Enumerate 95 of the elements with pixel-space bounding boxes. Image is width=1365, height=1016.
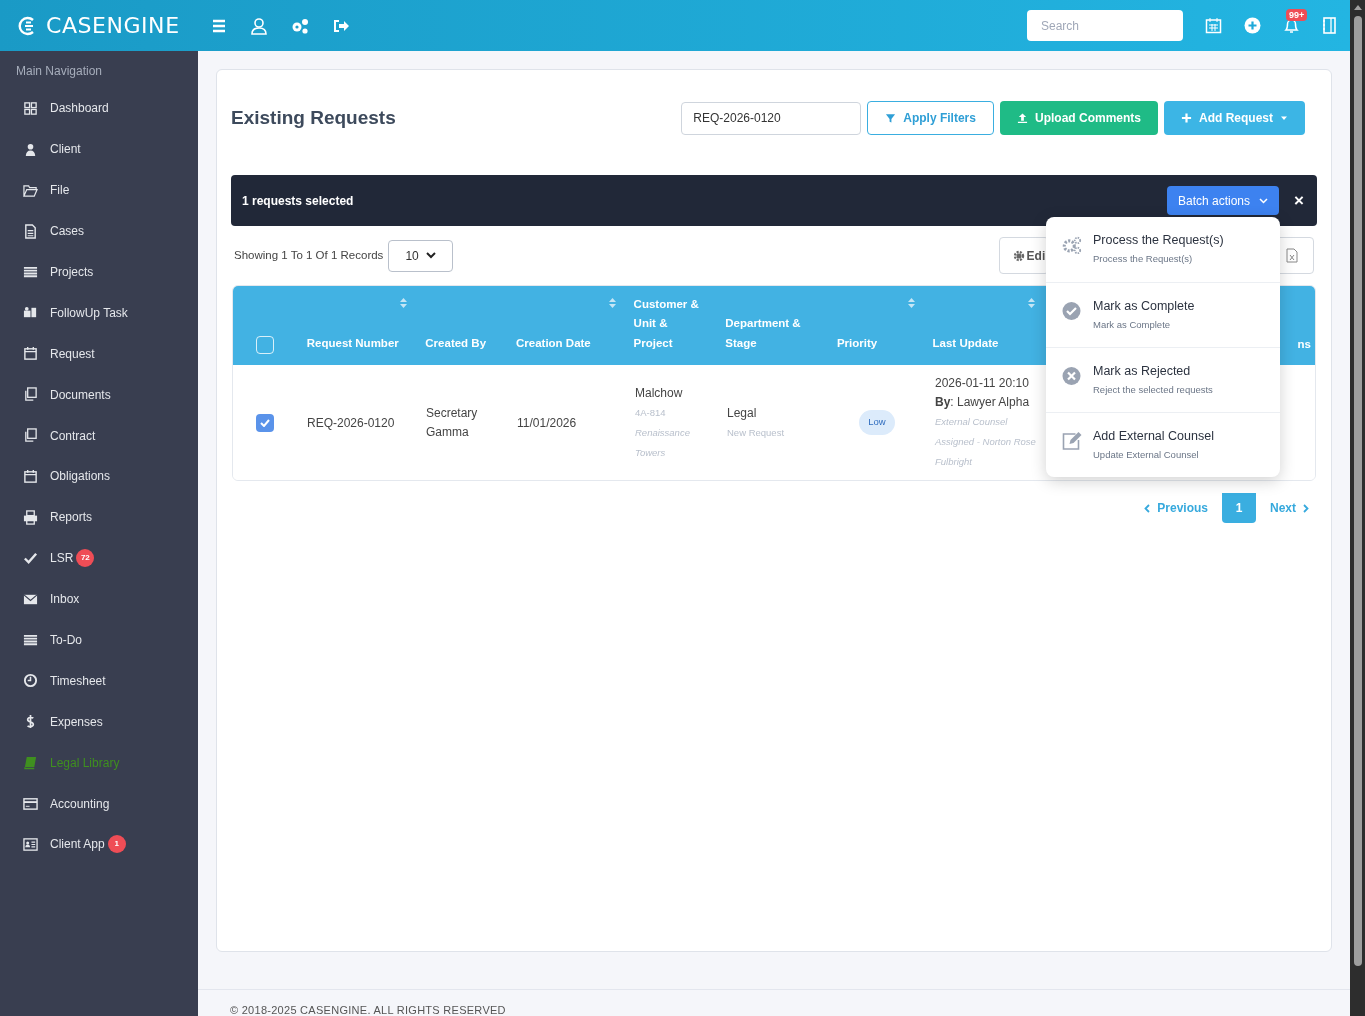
sidebar-item[interactable]: Accounting: [50, 794, 110, 813]
user-icon: [23, 141, 38, 157]
copy-icon: [23, 428, 38, 444]
filter-icon: [885, 112, 897, 124]
edit-icon: [1061, 431, 1083, 451]
table-cell-text: 11/01/2026: [517, 414, 578, 432]
gears-icon: [1061, 235, 1083, 255]
table-cell-text: REQ-2026-0120: [307, 414, 396, 432]
gear-icon: [1012, 249, 1025, 262]
id-card-icon: [23, 836, 38, 852]
search-field[interactable]: Search: [1027, 10, 1183, 41]
update-note: External Counsel Assigned - Norton Rose Fulbright: [935, 414, 1037, 469]
notebook-icon[interactable]: [1322, 17, 1336, 34]
notification-badge: 99+: [1286, 9, 1308, 21]
book-icon: [23, 755, 38, 771]
sidebar-item[interactable]: Documents: [50, 385, 111, 404]
records-count: Showing 1 To 1 Of 1 Records: [234, 247, 384, 263]
selection-count: 1 requests selected: [242, 192, 354, 210]
menu-item[interactable]: Mark as Complete Mark as Complete: [1046, 282, 1280, 347]
last-update-time: 2026-01-11 20:10: [935, 374, 1030, 392]
customer-name: Malchow: [635, 384, 684, 402]
sidebar-item[interactable]: Client: [50, 140, 81, 159]
close-button[interactable]: ×: [1291, 192, 1307, 209]
menu-item-description: Process the Request(s): [1093, 252, 1194, 266]
logo-text: CASENGINE: [46, 12, 180, 40]
sidebar-item[interactable]: Timesheet: [50, 671, 106, 690]
calendar-icon: [23, 468, 38, 484]
stage-text: New Request: [727, 425, 786, 440]
chevron-down-icon: [425, 252, 436, 259]
copy-icon: [23, 387, 38, 403]
project-text: Renaissance Towers: [635, 425, 691, 460]
sidebar-item[interactable]: To-Do: [50, 631, 82, 649]
chevron-left-icon: [1144, 503, 1151, 513]
menu-item[interactable]: Mark as Rejected Reject the selected requests: [1046, 347, 1280, 412]
caret-icon: [1280, 114, 1288, 122]
envelope-icon: [23, 591, 38, 607]
add-icon[interactable]: [1244, 17, 1261, 34]
check-circle-icon: [1061, 301, 1083, 321]
chevron-down-icon: [1259, 197, 1268, 204]
settings-icon[interactable]: [290, 16, 310, 35]
unit-text: 4A-814: [635, 405, 667, 420]
sidebar-item[interactable]: Projects: [50, 263, 94, 281]
sort-icon: [906, 297, 916, 309]
check-icon: [260, 418, 270, 427]
printer-icon: [23, 509, 38, 525]
sidebar-item[interactable]: Expenses: [50, 712, 103, 731]
x-circle-icon: [1061, 366, 1083, 386]
sidebar-item[interactable]: Request: [50, 344, 95, 363]
folder-icon: [23, 182, 38, 198]
grid-icon: [23, 100, 38, 116]
clock-icon: [23, 673, 38, 689]
copyright-text: © 2018-2025 CASENGINE. ALL RIGHTS RESERVED: [230, 1004, 506, 1016]
sidebar-item[interactable]: File: [50, 181, 70, 200]
sort-icon: [399, 297, 409, 309]
upload-icon: [1016, 112, 1028, 124]
menu-item-description: Reject the selected requests: [1093, 383, 1213, 397]
page-title: Existing Requests: [231, 105, 396, 130]
menu-item-description: Update External Counsel: [1093, 448, 1200, 462]
card-icon: [23, 796, 38, 812]
sort-icon: [607, 297, 617, 309]
priority-badge: Low: [859, 410, 895, 435]
sidebar-item[interactable]: Contract: [50, 426, 96, 445]
count-badge: 1: [107, 835, 126, 854]
updated-by-text: By: Lawyer Alpha: [935, 393, 1031, 411]
count-badge: 72: [76, 549, 95, 568]
plus-icon: [1181, 112, 1192, 124]
row-checkbox[interactable]: [256, 413, 274, 432]
spreadsheet-file-icon: [1286, 248, 1298, 263]
list-icon: [23, 264, 38, 280]
scrollbar[interactable]: [1350, 0, 1365, 1016]
list-icon: [23, 632, 38, 648]
calendar-icon: [23, 346, 38, 362]
sort-icon: [1027, 297, 1037, 309]
sidebar-item[interactable]: Reports: [50, 508, 93, 527]
menu-item[interactable]: Add External Counsel Update External Counsel: [1046, 412, 1280, 477]
chevron-right-icon: [1303, 503, 1309, 513]
select-all-checkbox[interactable]: [255, 335, 274, 354]
sidebar-item[interactable]: Client App: [50, 835, 105, 854]
sidebar-item[interactable]: Dashboard: [50, 99, 109, 118]
sidebar-item[interactable]: Cases: [50, 222, 84, 241]
menu-item-description: Mark as Complete: [1093, 318, 1172, 332]
sidebar-item[interactable]: LSR: [50, 549, 74, 568]
table-cell-text: Secretary Gamma: [426, 404, 479, 441]
filter-field[interactable]: REQ-2026-0120: [681, 101, 862, 135]
department-text: Legal: [727, 404, 758, 422]
document-icon: [23, 223, 38, 239]
check-icon: [23, 550, 38, 566]
batch-actions-button[interactable]: Batch actions: [1166, 186, 1279, 215]
page-size-select[interactable]: 10: [388, 239, 453, 272]
sidebar-heading: Main Navigation: [15, 63, 104, 80]
calendar-icon[interactable]: [1205, 17, 1222, 34]
user-icon[interactable]: [250, 16, 268, 35]
sidebar-item[interactable]: Obligations: [50, 467, 111, 486]
sidebar-item[interactable]: Inbox: [50, 590, 80, 609]
sidebar-item[interactable]: FollowUp Task: [50, 303, 128, 322]
